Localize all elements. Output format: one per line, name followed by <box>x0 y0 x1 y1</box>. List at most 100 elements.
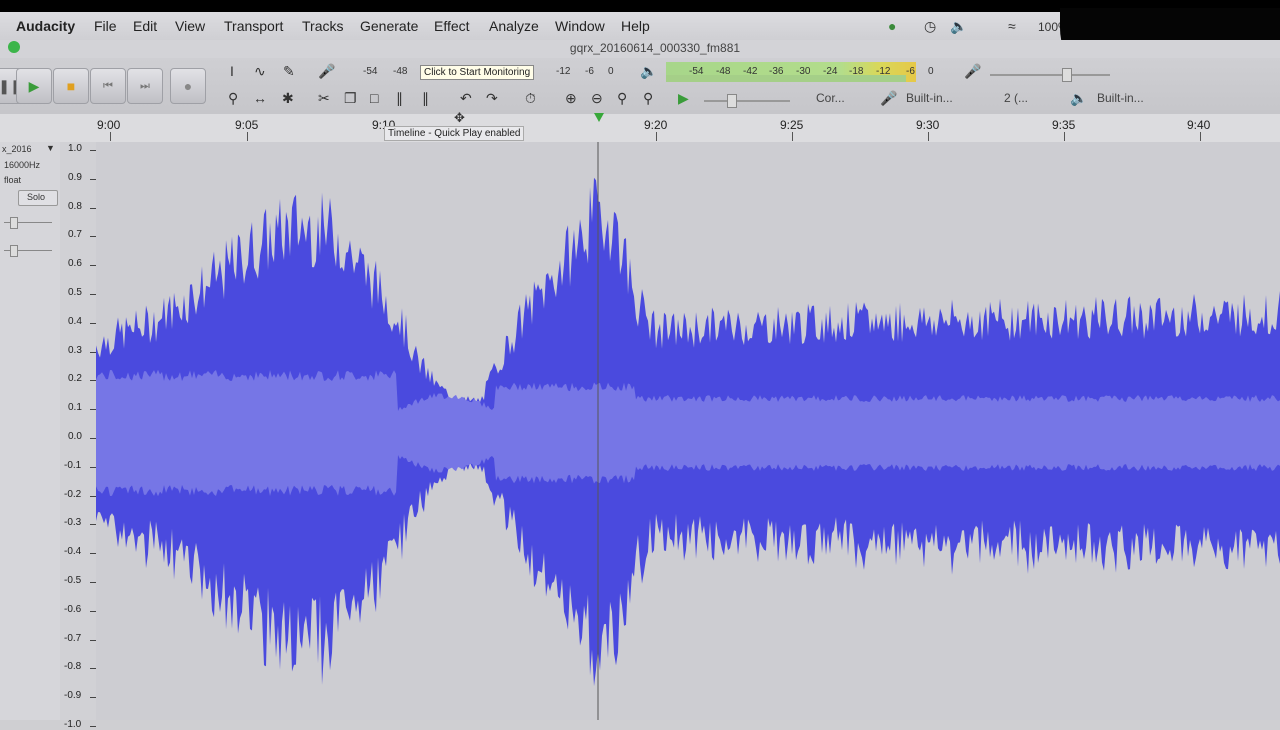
menu-effect[interactable]: Effect <box>434 18 470 34</box>
menu-help[interactable]: Help <box>621 18 650 34</box>
amplitude-label: 0.4 <box>68 315 82 327</box>
envelope-tool-icon[interactable]: ∿ <box>254 63 266 80</box>
copy-icon[interactable]: ❐ <box>344 90 357 107</box>
playback-meter-label: -42 <box>743 66 758 77</box>
recording-volume-thumb[interactable] <box>1062 68 1072 82</box>
ruler-label: 9:30 <box>916 118 940 132</box>
cut-icon[interactable]: ✂ <box>318 90 330 107</box>
menu-tracks[interactable]: Tracks <box>302 18 343 34</box>
volume-icon[interactable]: 🔈 <box>950 18 967 35</box>
silence-icon[interactable]: ∥ <box>422 90 429 107</box>
window-zoom-button[interactable] <box>8 41 20 53</box>
monitoring-button[interactable]: Click to Start Monitoring <box>420 65 535 80</box>
pan-thumb[interactable] <box>10 245 18 257</box>
amplitude-label: 0.8 <box>68 200 82 212</box>
undo-icon[interactable]: ↶ <box>460 90 472 107</box>
amplitude-label: -0.2 <box>64 488 82 500</box>
track-format: float <box>4 175 22 185</box>
zoom-out-icon[interactable]: ⊖ <box>591 90 603 107</box>
playback-device-select[interactable]: Built-in... <box>1097 91 1144 105</box>
record-meter-label: -6 <box>585 66 594 77</box>
wifi-icon[interactable]: ≈ <box>1008 18 1016 34</box>
amplitude-label: -0.7 <box>64 632 82 644</box>
playback-meter-label: -6 <box>906 66 915 77</box>
amplitude-label: -0.9 <box>64 690 82 702</box>
amplitude-label: -0.5 <box>64 575 82 586</box>
fit-project-icon[interactable]: ⚲ <box>643 90 653 107</box>
stop-button[interactable]: ■ <box>53 68 89 104</box>
menu-edit[interactable]: Edit <box>133 18 157 34</box>
record-meter-label: -54 <box>363 66 378 77</box>
menu-window[interactable]: Window <box>555 18 605 34</box>
skip-start-button[interactable]: ⏮ <box>90 68 126 104</box>
amplitude-label: 0.5 <box>68 287 82 298</box>
mixer-record-icon[interactable]: 🎤 <box>964 63 981 80</box>
quick-play-cursor-icon: ✥ <box>454 110 465 125</box>
recording-volume-slider[interactable] <box>990 74 1110 76</box>
selection-tool-icon[interactable]: I <box>230 63 234 79</box>
playback-meter-label: -30 <box>796 66 811 77</box>
fit-selection-icon[interactable]: ⚲ <box>617 90 627 107</box>
playback-device-icon: 🔈 <box>1070 90 1088 106</box>
skip-end-button[interactable]: ⏭ <box>127 68 163 104</box>
multi-tool-icon[interactable]: ✱ <box>282 90 294 107</box>
menu-file[interactable]: File <box>94 18 117 34</box>
amplitude-label: -0.4 <box>64 546 82 558</box>
zoom-tool-icon[interactable]: ⚲ <box>228 90 238 107</box>
window-title: gqrx_20160614_000330_fm881 <box>569 41 741 55</box>
sync-lock-icon[interactable]: ⏱ <box>525 90 536 107</box>
menu-generate[interactable]: Generate <box>360 18 418 34</box>
recording-device-icon: 🎤 <box>880 90 898 106</box>
playback-meter-icon[interactable]: 🔈 <box>640 63 657 80</box>
ruler-label: 9:05 <box>235 118 259 132</box>
ruler-label: 9:25 <box>780 118 804 132</box>
status-app-icon[interactable]: ● <box>888 18 896 34</box>
ruler-label: 9:40 <box>1187 118 1211 132</box>
draw-tool-icon[interactable]: ✎ <box>283 63 295 80</box>
zoom-in-icon[interactable]: ⊕ <box>565 90 577 107</box>
audio-waveform[interactable] <box>96 142 1280 720</box>
timeline-tooltip: Timeline - Quick Play enabled <box>384 126 525 141</box>
amplitude-label: 0.1 <box>68 402 82 414</box>
ruler-tick <box>247 132 248 141</box>
recording-device-select[interactable]: Built-in... <box>906 91 953 105</box>
record-meter-icon[interactable]: 🎤 <box>318 63 335 80</box>
ruler-label: 9:20 <box>644 118 668 132</box>
record-meter-label: -48 <box>393 66 408 77</box>
play-speed-thumb[interactable] <box>727 94 737 108</box>
amplitude-label: -1.0 <box>64 719 82 730</box>
menu-view[interactable]: View <box>175 18 205 34</box>
redo-icon[interactable]: ↷ <box>486 90 498 107</box>
solo-label: Solo <box>27 192 46 202</box>
recording-channels-select[interactable]: 2 (... <box>1004 91 1028 105</box>
amplitude-tick <box>90 726 96 727</box>
amplitude-label: 0.9 <box>68 171 82 183</box>
audio-host-select[interactable]: Cor... <box>816 91 845 105</box>
menu-transport[interactable]: Transport <box>224 18 283 34</box>
track-rate: 16000Hz <box>4 160 41 170</box>
play-at-speed-icon[interactable]: ▶ <box>678 90 689 107</box>
playback-meter-label: -54 <box>689 66 704 77</box>
ruler-label: 9:00 <box>97 118 121 132</box>
amplitude-label: -0.1 <box>64 459 82 471</box>
play-button[interactable]: ▶ <box>16 68 52 104</box>
amplitude-label: 0.3 <box>68 344 82 356</box>
time-machine-icon[interactable]: ◷ <box>924 18 936 35</box>
play-speed-slider[interactable] <box>704 100 790 102</box>
ruler-tick <box>928 132 929 141</box>
menu-app-name[interactable]: Audacity <box>16 18 75 34</box>
track-name[interactable]: x_2016 <box>2 144 32 154</box>
ruler-tick <box>1064 132 1065 141</box>
record-meter-label: -12 <box>556 66 571 77</box>
timeshift-tool-icon[interactable]: ↔ <box>253 90 267 106</box>
playhead-marker[interactable] <box>594 113 604 122</box>
track-menu-icon[interactable]: ▼ <box>46 143 55 153</box>
trim-icon[interactable]: ∥ <box>396 90 403 107</box>
playback-meter-label: -12 <box>876 66 891 77</box>
paste-icon[interactable]: □ <box>370 90 378 106</box>
playback-meter-label: -48 <box>716 66 731 77</box>
menu-analyze[interactable]: Analyze <box>489 18 539 34</box>
timeline-ruler[interactable] <box>0 114 1280 144</box>
gain-thumb[interactable] <box>10 217 18 229</box>
record-button[interactable]: ● <box>170 68 206 104</box>
